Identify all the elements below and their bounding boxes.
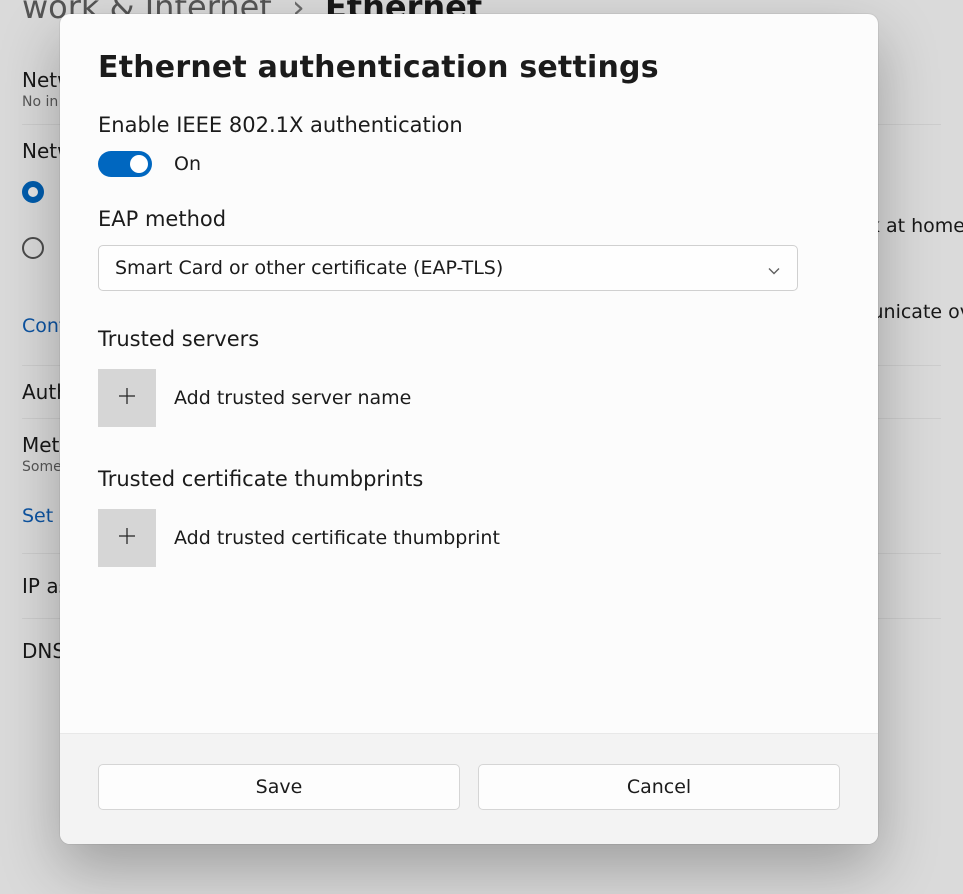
save-button-label: Save xyxy=(256,776,303,798)
add-trusted-server-label: Add trusted server name xyxy=(174,387,411,409)
eap-method-label: EAP method xyxy=(98,207,840,231)
save-button[interactable]: Save xyxy=(98,764,460,810)
toggle-state-text: On xyxy=(174,153,201,175)
enable-8021x-label: Enable IEEE 802.1X authentication xyxy=(98,113,840,137)
plus-icon xyxy=(115,384,139,412)
dialog-title: Ethernet authentication settings xyxy=(98,50,840,85)
eap-method-dropdown[interactable]: Smart Card or other certificate (EAP-TLS… xyxy=(98,245,798,291)
chevron-down-icon xyxy=(767,261,781,275)
add-thumbprint-label: Add trusted certificate thumbprint xyxy=(174,527,500,549)
trusted-servers-heading: Trusted servers xyxy=(98,327,840,351)
toggle-knob xyxy=(130,155,148,173)
cancel-button[interactable]: Cancel xyxy=(478,764,840,810)
ethernet-auth-dialog: Ethernet authentication settings Enable … xyxy=(60,14,878,844)
eap-method-value: Smart Card or other certificate (EAP-TLS… xyxy=(115,257,503,279)
plus-icon xyxy=(115,524,139,552)
dialog-footer: Save Cancel xyxy=(60,733,878,844)
cancel-button-label: Cancel xyxy=(627,776,691,798)
add-trusted-server-button[interactable] xyxy=(98,369,156,427)
enable-8021x-toggle[interactable] xyxy=(98,151,152,177)
add-thumbprint-button[interactable] xyxy=(98,509,156,567)
trusted-thumbprints-heading: Trusted certificate thumbprints xyxy=(98,467,840,491)
